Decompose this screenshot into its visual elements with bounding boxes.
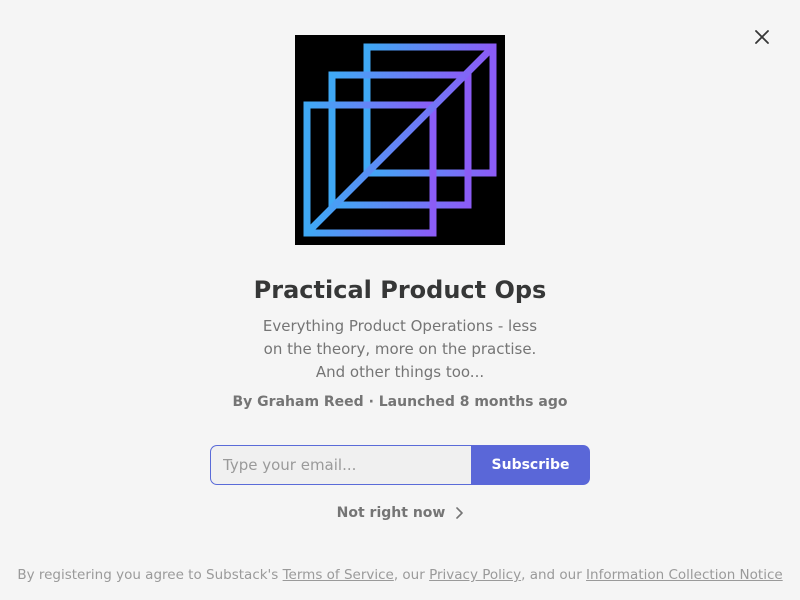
subscribe-form: Subscribe [210,445,590,485]
terms-of-service-link[interactable]: Terms of Service [283,567,394,583]
privacy-policy-link[interactable]: Privacy Policy [429,567,521,583]
close-button[interactable] [750,25,774,49]
publication-byline: By Graham Reed · Launched 8 months ago [232,394,568,410]
email-input[interactable] [210,445,471,485]
close-icon [755,30,769,44]
legal-footer: By registering you agree to Substack's T… [0,566,800,584]
footer-separator: , and our [521,567,587,583]
not-right-now-label: Not right now [336,505,446,521]
chevron-right-icon [456,507,464,519]
publication-title: Practical Product Ops [253,276,547,304]
subscribe-modal: Practical Product Ops Everything Product… [0,0,800,600]
publication-description: Everything Product Operations - less on … [262,317,538,381]
footer-separator: , our [393,567,430,583]
information-collection-notice-link[interactable]: Information Collection Notice [586,567,783,583]
publication-logo [295,35,505,245]
not-right-now-link[interactable]: Not right now [0,505,800,521]
footer-prefix: By registering you agree to Substack's [17,567,283,583]
subscribe-button[interactable]: Subscribe [471,445,590,485]
